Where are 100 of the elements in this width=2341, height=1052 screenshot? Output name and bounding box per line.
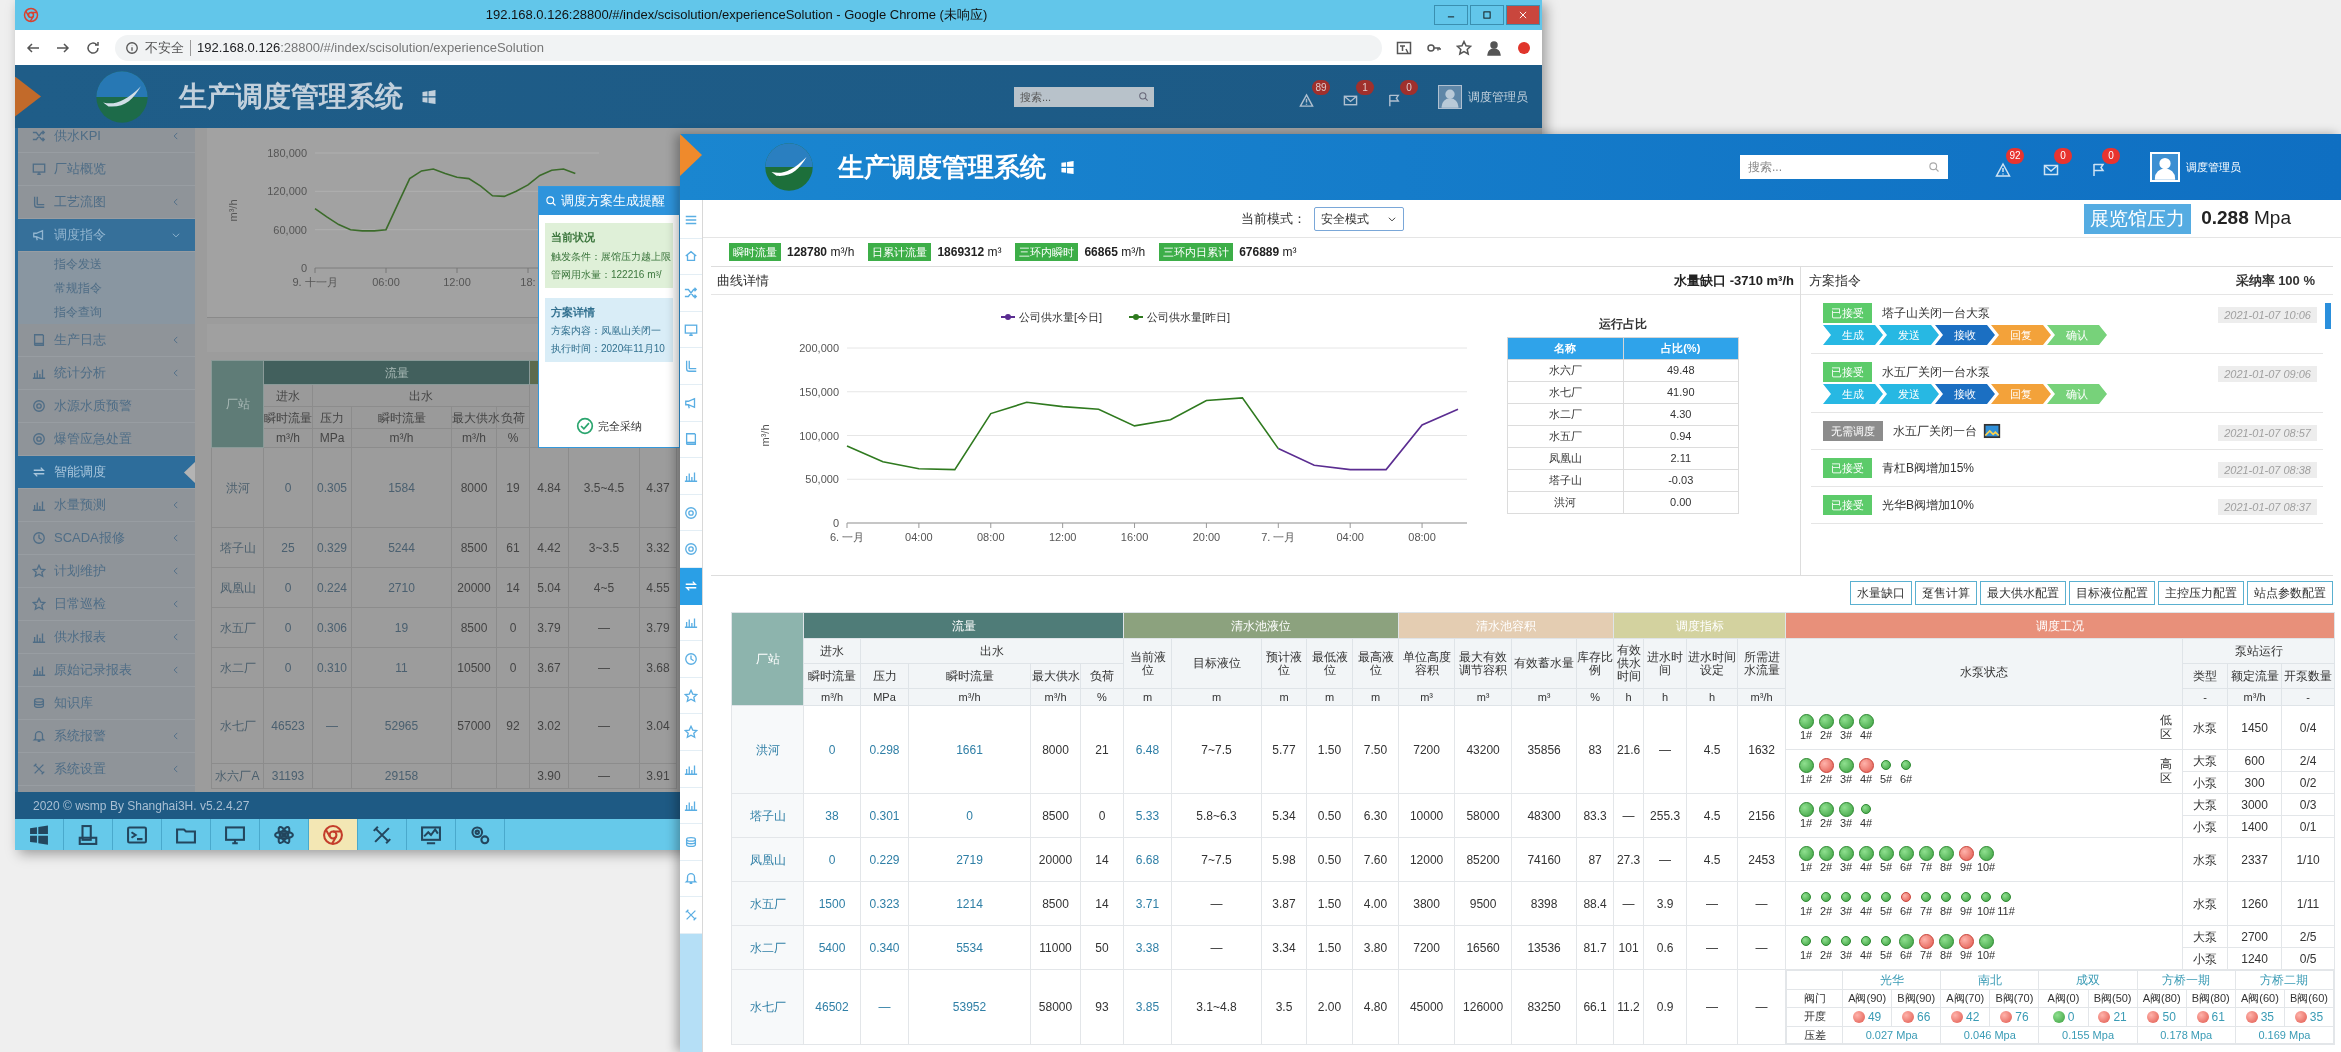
table-cell: 3.38 (1123, 925, 1172, 970)
sidebar-item[interactable]: 供水KPI (18, 128, 195, 153)
table-cell: 0 (908, 793, 1031, 838)
mode-select[interactable]: 安全模式 (1314, 206, 1404, 231)
clock-icon (684, 651, 698, 666)
table-cell: 300 (2227, 771, 2282, 794)
chevron-left-icon (171, 368, 181, 378)
sidebar-item[interactable]: 水量预测 (18, 489, 195, 522)
plan-item[interactable]: 无需调度 水五厂关闭一台 2021-01-07 08:57 (1811, 413, 2323, 450)
table-cell: 4.55 (639, 567, 677, 608)
sidebar-item[interactable]: 系统设置 (18, 753, 195, 786)
station-link[interactable]: 凤凰山 (211, 567, 264, 608)
sidebar-item[interactable]: 日常巡检 (18, 588, 195, 621)
table-cell: 7~7.5 (1171, 837, 1262, 882)
station-link[interactable]: 水二厂 (211, 647, 264, 688)
station-link[interactable]: 水五厂 (211, 607, 264, 648)
pump-label: 4# (1859, 905, 1873, 918)
table-cell: 0 (263, 447, 313, 528)
sidebar-item[interactable]: 知识库 (18, 687, 195, 720)
avatar[interactable] (1438, 84, 1462, 109)
url-host: 192.168.0.126 (197, 38, 281, 57)
status-badge: 已接受 (1823, 495, 1872, 515)
circle-icon[interactable] (1516, 39, 1532, 56)
scrollbar-thumb[interactable] (2325, 303, 2331, 329)
sidebar-item[interactable]: 计划维护 (18, 555, 195, 588)
url-field[interactable]: 不安全 192.168.0.126:28800/#/index/scisolution/experienceSolution (115, 34, 1382, 61)
pump-label: 6# (1899, 905, 1913, 918)
station-link[interactable]: 水二厂 (749, 940, 786, 955)
station-link[interactable]: 水七厂 (211, 687, 264, 764)
star-icon[interactable] (1456, 39, 1472, 56)
pump-label: 2# (1819, 861, 1833, 874)
table-cell: 21.6 (1613, 705, 1644, 794)
toolbar-button[interactable]: 水量缺口 (1850, 581, 1912, 605)
table-cell: 57000 (451, 687, 497, 764)
unit-label: m³ (1454, 688, 1512, 706)
sidebar-item[interactable]: 智能调度 (18, 456, 195, 489)
sidebar-item[interactable]: 生产日志 (18, 324, 195, 357)
chart-monitor-icon (420, 823, 442, 846)
accept-button[interactable]: 完全采纳 (572, 415, 646, 437)
sidebar-item[interactable]: 水源水质预警 (18, 390, 195, 423)
search-icon[interactable] (1928, 161, 1940, 173)
security-label: 不安全 (145, 38, 184, 57)
toolbar-button[interactable]: 最大供水配置 (1980, 581, 2066, 605)
pump-label: 7# (1919, 861, 1933, 874)
sidebar-item[interactable]: SCADA报修 (18, 522, 195, 555)
station-link[interactable]: 水六厂A (211, 763, 264, 789)
pump-label: 6# (1899, 773, 1913, 786)
search-icon[interactable] (1138, 91, 1149, 102)
toolbar-button[interactable]: 站点参数配置 (2247, 581, 2333, 605)
plan-item[interactable]: 已接受 水五厂关闭一台水泵 2021-01-07 09:06 生成 发送 接收 回复 确认 (1811, 354, 2323, 413)
windows-logo-icon[interactable] (421, 88, 437, 105)
legend-label[interactable]: 公司供水量[今日] (1019, 311, 1103, 323)
legend-marker[interactable] (1128, 314, 1144, 320)
maximize-button[interactable] (1470, 5, 1504, 25)
station-link[interactable]: 凤凰山 (749, 852, 786, 867)
table-cell: 3800 (1398, 881, 1455, 926)
column-header: 进水 (263, 384, 313, 407)
reload-icon[interactable] (85, 39, 101, 56)
toolbar-button[interactable]: 趸售计算 (1915, 581, 1977, 605)
station-link[interactable]: 水七厂 (749, 1000, 786, 1014)
station-link[interactable]: 水五厂 (749, 896, 786, 911)
user-icon[interactable] (1486, 39, 1502, 56)
station-link[interactable]: 洪河 (211, 447, 264, 528)
sidebar-item[interactable]: 供水报表 (18, 621, 195, 654)
table-cell: 11.2 (1613, 969, 1644, 1045)
table-cell: 0 (263, 647, 313, 688)
sidebar-item[interactable]: 统计分析 (18, 357, 195, 390)
search-field[interactable]: 搜索... (1740, 155, 1948, 179)
translate-icon[interactable] (1396, 39, 1412, 56)
plan-item[interactable]: 已接受 塔子山关闭一台大泵 2021-01-07 10:06 生成 发送 接收 回复 确认 (1811, 295, 2323, 354)
sidebar-button[interactable] (680, 567, 702, 605)
legend-label[interactable]: 公司供水量[昨日] (1147, 311, 1231, 323)
table-cell: 4.00 (1352, 881, 1399, 926)
taskbar-button[interactable] (309, 819, 358, 850)
table-cell: 16560 (1454, 925, 1512, 970)
y-tick-label: 180,000 (267, 147, 307, 159)
sidebar-item[interactable]: 调度指令 (18, 219, 195, 252)
legend-marker[interactable] (1000, 314, 1016, 320)
chevron-left-icon (171, 665, 181, 675)
sidebar-item[interactable]: 系统报警 (18, 720, 195, 753)
table-cell: 1.50 (1306, 881, 1353, 926)
search-field[interactable]: 搜索... (1014, 86, 1154, 107)
pump-label: 2# (1819, 949, 1833, 962)
info-icon[interactable] (125, 40, 139, 55)
column-header: 预计液位 (1261, 638, 1307, 689)
unit-label: m (1306, 688, 1353, 706)
station-link[interactable]: 塔子山 (211, 527, 264, 568)
plan-item[interactable]: 已接受 光华B阀增加10% 2021-01-07 08:37 (1811, 487, 2323, 524)
sidebar-item[interactable]: 厂站概览 (18, 153, 195, 186)
clock-icon (32, 531, 46, 545)
toolbar-button[interactable]: 目标液位配置 (2069, 581, 2155, 605)
valve-group-name: 光华 (1842, 970, 1941, 990)
pressure-value: 0.178 Mpa (2137, 1026, 2236, 1044)
swap-icon (684, 579, 698, 594)
station-link[interactable]: 洪河 (755, 742, 780, 757)
plan-item[interactable]: 已接受 青杠B阀增加15% 2021-01-07 08:38 (1811, 450, 2323, 487)
windows-logo-icon[interactable] (1060, 159, 1075, 175)
sidebar-item[interactable]: 原始记录报表 (18, 654, 195, 687)
toolbar-button[interactable]: 主控压力配置 (2158, 581, 2244, 605)
table-cell: 58000 (1454, 793, 1512, 838)
